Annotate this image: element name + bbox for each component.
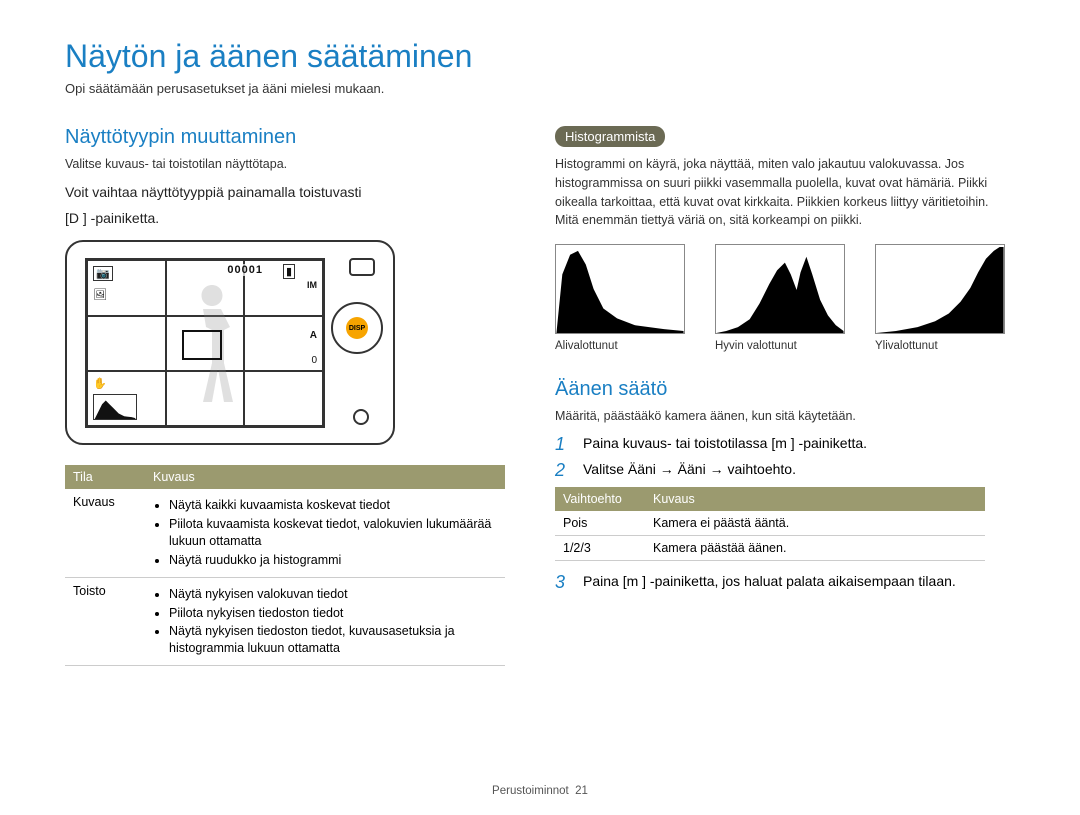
mode-item: Näytä nykyisen valokuvan tiedot [169,586,497,603]
histogram-under-label: Alivalottunut [555,340,685,352]
camera-screen: 📷 🖼 00001 ▮ IM A 0 ✋ [85,258,325,428]
display-type-heading: Näyttötyypin muuttaminen [65,126,505,149]
focus-rectangle-icon [182,330,222,360]
footer-section: Perustoiminnot [492,785,569,797]
histogram-well-label: Hyvin valottunut [715,340,845,352]
mode-header-tila: Tila [65,465,145,489]
step-text-1: Paina kuvaus- tai toistotilassa [m ] -pa… [583,435,867,451]
histogram-description: Histogrammi on käyrä, joka näyttää, mite… [555,155,1015,230]
step-number-3: 3 [555,573,573,593]
mode-table: Tila Kuvaus Kuvaus Näytä kaikki kuvaamis… [65,465,505,666]
mode-item: Näytä ruudukko ja histogrammi [169,552,497,569]
footer-page: 21 [575,785,588,797]
opt-desc-pois: Kamera ei päästä ääntä. [645,511,985,536]
footer: Perustoiminnot 21 [0,785,1080,797]
indicator-a: A [310,330,317,341]
opt-header-kuvaus: Kuvaus [645,487,985,511]
histogram-tag: Histogrammista [555,126,665,147]
step-3-block: 3 Paina [m ] -painiketta, jos haluat pal… [555,573,1015,593]
columns: Näyttötyypin muuttaminen Valitse kuvaus-… [65,126,1015,666]
mode-cell-toisto: Toisto [65,577,145,666]
indicator-im: IM [307,280,317,290]
screen-histogram-icon [93,394,137,420]
left-column: Näyttötyypin muuttaminen Valitse kuvaus-… [65,126,505,666]
mode-item: Piilota nykyisen tiedoston tiedot [169,605,497,622]
steps: 1 Paina kuvaus- tai toistotilassa [m ] -… [555,435,1015,481]
battery-icon: ▮ [283,264,295,279]
display-instruction-line1: Voit vaihtaa näyttötyyppiä painamalla to… [65,183,505,203]
mode-item: Piilota kuvaamista koskevat tiedot, valo… [169,516,497,550]
step-number-1: 1 [555,435,573,455]
hand-shake-icon: ✋ [93,377,107,390]
opt-header-vaihtoehto: Vaihtoehto [555,487,645,511]
camera-back-illustration: 📷 🖼 00001 ▮ IM A 0 ✋ DISP [65,240,395,445]
mode-item: Näytä kaikki kuvaamista koskevat tiedot [169,497,497,514]
picture-icon: 🖼 [93,288,107,301]
histogram-under-icon [555,244,685,334]
frame-counter: 00001 [227,264,263,276]
disp-button: DISP [346,317,368,339]
step-text-3: Paina [m ] -painiketta, jos haluat palat… [583,573,956,589]
right-column: Histogrammista Histogrammi on käyrä, jok… [555,126,1015,666]
page-title: Näytön ja äänen säätäminen [65,38,1015,75]
histogram-examples: Alivalottunut Hyvin valottunut Ylivalott… [555,244,1015,352]
step-number-2: 2 [555,461,573,481]
histogram-over-icon [875,244,1005,334]
mode-item: Näytä nykyisen tiedoston tiedot, kuvausa… [169,623,497,657]
opt-cell-pois: Pois [555,511,645,536]
mode-header-kuvaus: Kuvaus [145,465,505,489]
display-instruction-line2: [D ] -painiketta. [65,209,505,229]
opt-cell-123: 1/2/3 [555,535,645,560]
mode-desc-toisto: Näytä nykyisen valokuvan tiedot Piilota … [145,577,505,666]
display-type-note: Valitse kuvaus- tai toistotilan näyttöta… [65,157,505,171]
page-subtitle: Opi säätämään perusasetukset ja ääni mie… [65,81,1015,96]
mode-cell-kuvaus: Kuvaus [65,489,145,577]
histogram-over-label: Ylivalottunut [875,340,1005,352]
camera-dial: DISP [331,302,383,354]
step-text-2: Valitse Ääni → Ääni → vaihtoehto. [583,461,796,477]
camera-top-button [349,258,375,276]
camera-bottom-button [353,409,369,425]
mode-desc-kuvaus: Näytä kaikki kuvaamista koskevat tiedot … [145,489,505,577]
sound-note: Määritä, päästääkö kamera äänen, kun sit… [555,409,1015,423]
indicator-0: 0 [311,355,317,366]
histogram-well-icon [715,244,845,334]
option-table: Vaihtoehto Kuvaus Pois Kamera ei päästä … [555,487,985,561]
opt-desc-123: Kamera päästää äänen. [645,535,985,560]
sound-heading: Äänen säätö [555,378,1015,401]
camera-mode-icon: 📷 [93,266,113,281]
